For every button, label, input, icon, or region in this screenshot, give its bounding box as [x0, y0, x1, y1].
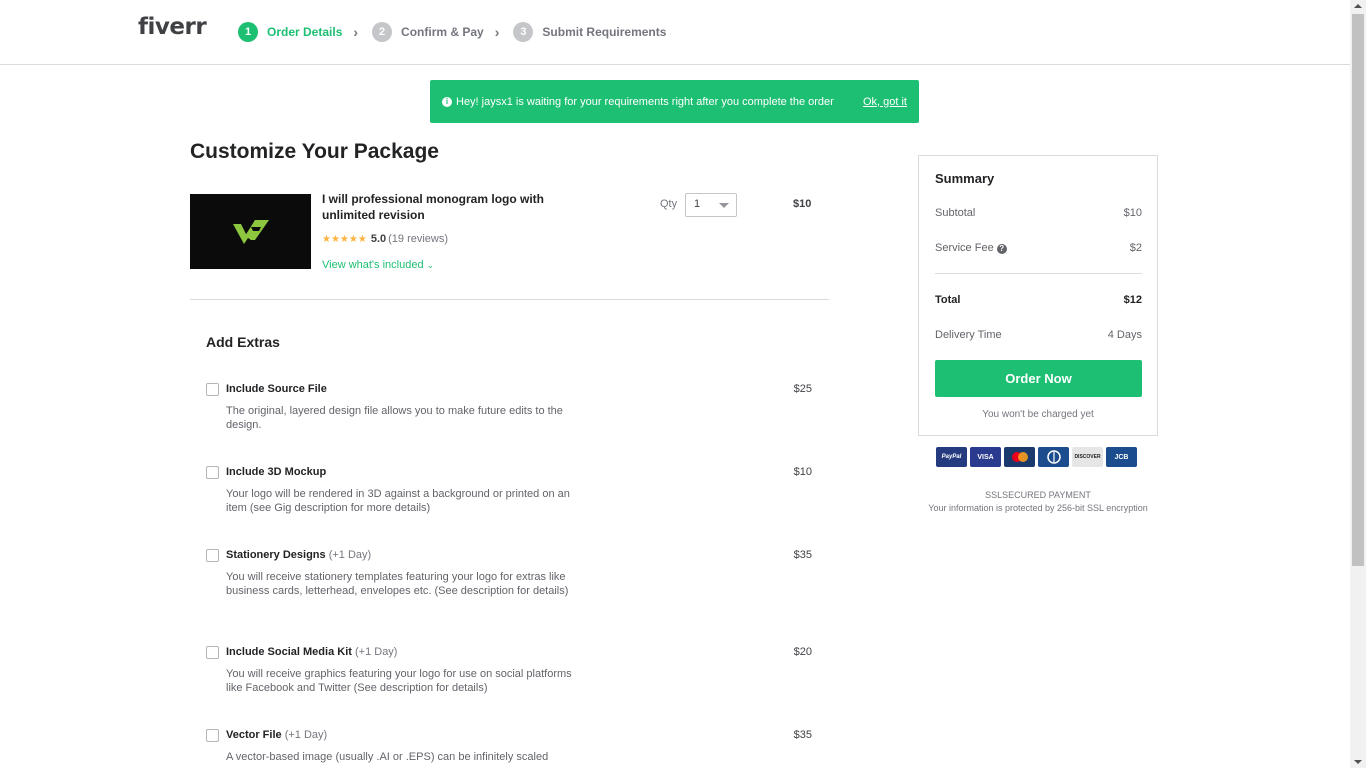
extra-title: Include Source File [226, 383, 327, 395]
extras-title: Add Extras [206, 334, 280, 350]
delivery-row: Delivery Time 4 Days [935, 329, 1142, 341]
jcb-icon: JCB [1106, 447, 1137, 467]
visa-icon: VISA [970, 447, 1001, 467]
help-icon[interactable]: ? [996, 243, 1007, 254]
fiverr-logo[interactable]: fiverr [138, 14, 207, 40]
total-value: $12 [1123, 294, 1142, 306]
chevron-right-icon: › [353, 24, 359, 40]
summary-title: Summary [935, 171, 995, 186]
extra-description: Your logo will be rendered in 3D against… [226, 488, 570, 514]
service-fee-value: $2 [1129, 242, 1142, 254]
star-rating-icon: ★★★★★ [322, 233, 367, 245]
review-count: (19 reviews) [388, 233, 449, 245]
v-logo-icon [232, 219, 269, 244]
not-charged-note: You won't be charged yet [982, 409, 1094, 420]
extra-checkbox[interactable] [206, 383, 219, 396]
extra-title: Include Social Media Kit (+1 Day) [226, 646, 398, 658]
step-number: 1 [238, 22, 258, 42]
scroll-down-icon[interactable] [1354, 760, 1362, 764]
extra-price: $10 [793, 466, 812, 478]
extra-checkbox[interactable] [206, 729, 219, 742]
ok-got-it-link[interactable]: Ok, got it [863, 96, 907, 108]
step-number: 2 [372, 22, 393, 42]
subtotal-label: Subtotal [935, 207, 976, 219]
notice-text: Hey! jaysx1 is waiting for your requirem… [456, 95, 834, 108]
delivery-value: 4 Days [1107, 329, 1142, 341]
scroll-up-icon[interactable] [1354, 4, 1362, 8]
scroll-thumb[interactable] [1352, 14, 1364, 566]
extra-checkbox[interactable] [206, 549, 219, 562]
extra-title: Vector File (+1 Day) [226, 729, 328, 741]
extra-description: A vector-based image (usually .AI or .EP… [226, 751, 549, 763]
order-now-button[interactable]: Order Now [935, 360, 1142, 397]
extra-checkbox[interactable] [206, 646, 219, 659]
total-label: Total [935, 294, 961, 306]
step-submit-requirements: 3 Submit Requirements [513, 22, 666, 42]
extra-description: You will receive stationery templates fe… [226, 571, 569, 597]
extra-price: $35 [793, 729, 812, 741]
step-order-details: 1 Order Details [238, 22, 342, 42]
qty-label: Qty [660, 198, 678, 210]
rating-value: 5.0 [370, 233, 387, 245]
extra-price: $20 [793, 646, 812, 658]
gig-rating: ★★★★★ 5.0 (19 reviews) [322, 233, 448, 245]
diners-club-icon [1038, 447, 1069, 467]
extra-checkbox[interactable] [206, 466, 219, 479]
subtotal-value: $10 [1123, 207, 1142, 219]
gig-price: $10 [793, 198, 812, 210]
ssl-description: Your information is protected by 256-bit… [928, 503, 1148, 513]
ssl-title: SSLSECURED PAYMENT [985, 490, 1091, 500]
total-row: Total $12 [935, 294, 1142, 306]
extra-description: You will receive graphics featuring your… [226, 668, 572, 694]
chevron-down-icon: ⌄ [426, 260, 435, 270]
qty-value: 1 [694, 198, 701, 210]
scrollbar[interactable] [1350, 0, 1366, 768]
divider [190, 299, 829, 300]
requirements-notice: i Hey! jaysx1 is waiting for your requir… [430, 80, 919, 123]
service-fee-label: Service Fee? [935, 242, 1007, 254]
caret-down-icon [719, 203, 729, 208]
step-label: Confirm & Pay [401, 25, 484, 39]
page-title: Customize Your Package [190, 140, 439, 163]
gig-title[interactable]: I will professional monogram logo with u… [322, 191, 562, 223]
service-fee-row: Service Fee? $2 [935, 242, 1142, 254]
checkout-steps: 1 Order Details › 2 Confirm & Pay › 3 Su… [238, 22, 666, 42]
gig-thumbnail [190, 194, 311, 269]
divider [935, 273, 1142, 274]
paypal-icon: PayPal [936, 447, 967, 467]
subtotal-row: Subtotal $10 [935, 207, 1142, 219]
extra-description: The original, layered design file allows… [226, 405, 563, 431]
step-label: Submit Requirements [542, 25, 667, 39]
header: fiverr 1 Order Details › 2 Confirm & Pay… [0, 0, 1350, 65]
mastercard-icon [1004, 447, 1035, 467]
view-included-link[interactable]: View what's included ⌄ [322, 259, 434, 271]
extra-price: $25 [793, 383, 812, 395]
order-summary: Summary Subtotal $10 Service Fee? $2 Tot… [918, 155, 1158, 436]
payment-methods: PayPal VISA DISCOVER JCB [936, 447, 1140, 467]
step-label: Order Details [267, 25, 343, 39]
delivery-label: Delivery Time [935, 329, 1002, 341]
extra-title: Stationery Designs (+1 Day) [226, 549, 372, 561]
view-included-label: View what's included [322, 259, 424, 271]
discover-icon: DISCOVER [1072, 447, 1103, 467]
info-icon: i [442, 96, 452, 107]
extra-price: $35 [793, 549, 812, 561]
step-number: 3 [513, 22, 534, 42]
extra-title: Include 3D Mockup [226, 466, 327, 478]
chevron-right-icon: › [494, 24, 500, 40]
qty-select[interactable]: 1 [685, 193, 737, 217]
step-confirm-pay: 2 Confirm & Pay [372, 22, 484, 42]
